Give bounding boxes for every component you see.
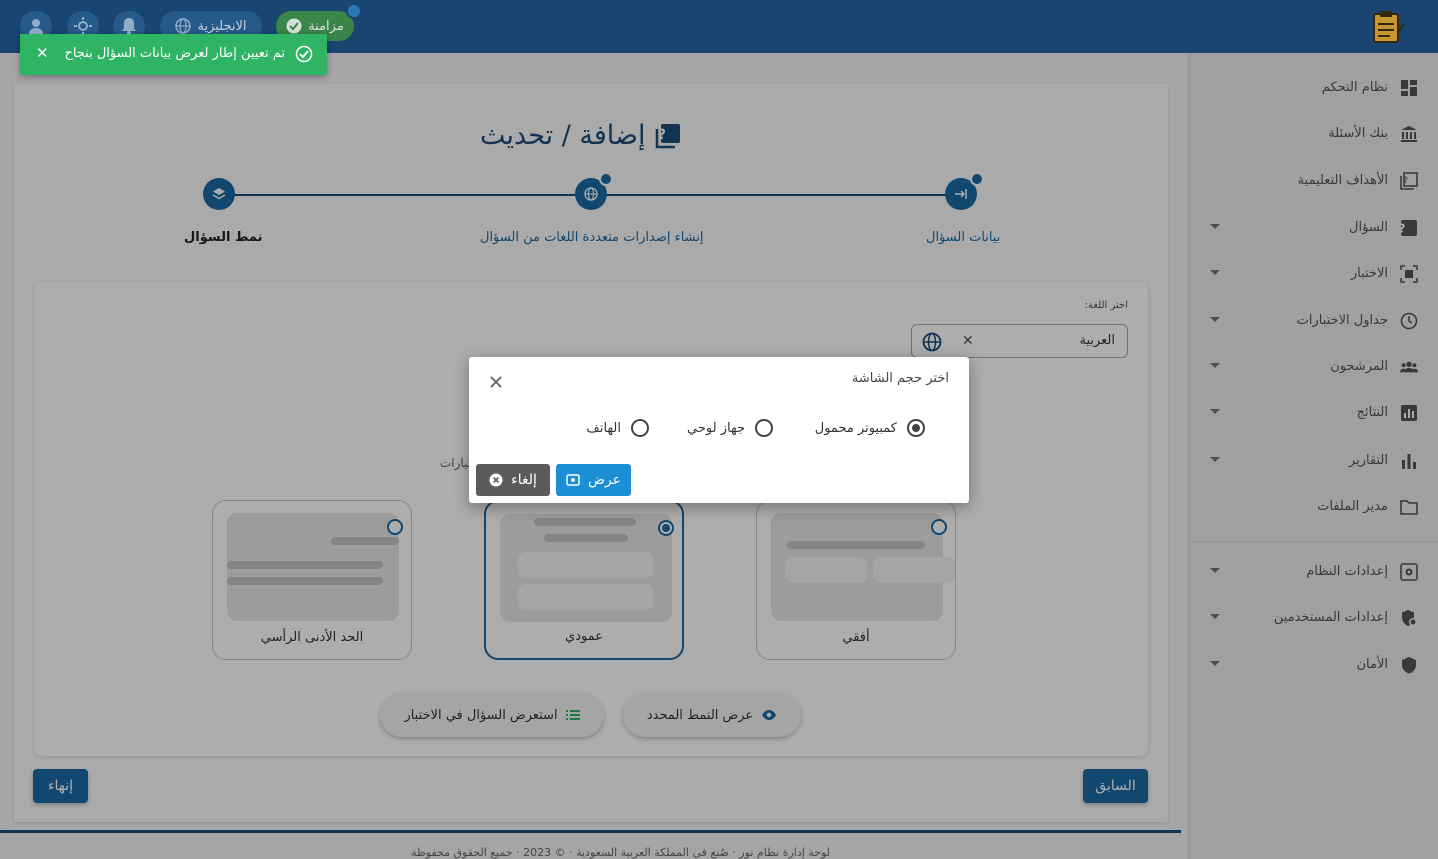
cancel-circle-icon xyxy=(489,473,503,487)
preview-icon xyxy=(566,474,580,486)
close-icon[interactable] xyxy=(487,373,505,391)
check-circle-icon xyxy=(295,45,313,63)
close-icon[interactable]: ✕ xyxy=(36,44,49,62)
screen-option-label: كمبيوتر محمول xyxy=(814,420,897,436)
view-button-label: عرض xyxy=(588,472,622,488)
cancel-button-label: إلغاء xyxy=(511,472,537,488)
radio[interactable] xyxy=(755,419,773,437)
radio-selected[interactable] xyxy=(907,419,925,437)
screen-size-dialog: اختر حجم الشاشة كمبيوتر محمول جهاز لوحي … xyxy=(469,357,969,503)
toast-message: تم تعيين إطار لعرض بيانات السؤال بنجاح xyxy=(64,46,285,61)
screen-option-label: الهاتف xyxy=(586,420,621,436)
success-toast: تم تعيين إطار لعرض بيانات السؤال بنجاح ✕ xyxy=(20,34,327,75)
radio[interactable] xyxy=(631,419,649,437)
screen-option-label: جهاز لوحي xyxy=(687,420,745,436)
view-button[interactable]: عرض xyxy=(556,464,631,496)
cancel-button[interactable]: إلغاء xyxy=(476,464,550,496)
dialog-title: اختر حجم الشاشة xyxy=(851,371,949,386)
screen-option-tablet[interactable]: جهاز لوحي xyxy=(687,419,773,437)
screen-option-laptop[interactable]: كمبيوتر محمول xyxy=(815,419,925,437)
screen-option-phone[interactable]: الهاتف xyxy=(586,419,649,437)
